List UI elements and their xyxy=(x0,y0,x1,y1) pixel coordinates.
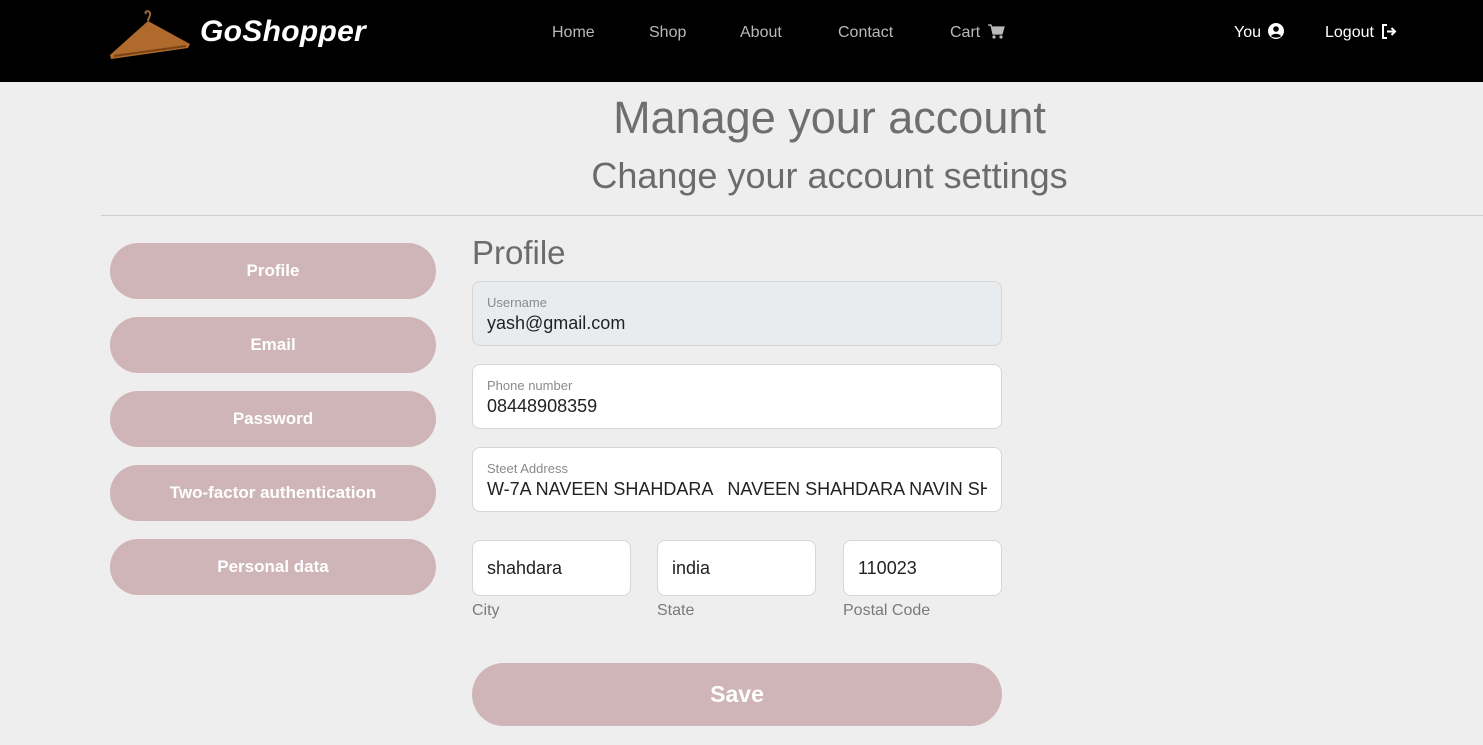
nav-about[interactable]: About xyxy=(740,23,782,43)
navbar: GoShopper Home Shop About Contact Cart Y… xyxy=(0,0,1483,82)
phone-label: Phone number xyxy=(487,378,573,393)
phone-field[interactable]: Phone number 08448908359 xyxy=(472,364,1002,429)
nav-you-label: You xyxy=(1234,24,1261,41)
sidebar-item-email[interactable]: Email xyxy=(110,317,436,373)
nav-contact[interactable]: Contact xyxy=(838,23,893,43)
section-title: Profile xyxy=(472,234,566,271)
city-value: shahdara xyxy=(487,558,563,578)
nav-cart[interactable]: Cart xyxy=(950,23,1005,43)
page-title: Manage your account xyxy=(613,92,1046,143)
username-value: yash@gmail.com xyxy=(487,313,626,333)
street-address-value: W-7A NAVEEN SHAHDARA NAVEEN SHAHDARA NAV… xyxy=(487,479,987,499)
user-circle-icon xyxy=(1268,23,1285,39)
postal-code-field[interactable]: 110023 xyxy=(843,540,1002,596)
city-field[interactable]: shahdara xyxy=(472,540,631,596)
state-field[interactable]: india xyxy=(657,540,816,596)
hanger-icon xyxy=(108,9,192,67)
city-label: City xyxy=(472,602,500,619)
nav-logout-label: Logout xyxy=(1325,24,1374,41)
brand-name: GoShopper xyxy=(200,15,367,48)
street-address-field[interactable]: Steet Address W-7A NAVEEN SHAHDARA NAVEE… xyxy=(472,447,1002,512)
nav-you[interactable]: You xyxy=(1234,23,1285,43)
save-button[interactable]: Save xyxy=(472,663,1002,726)
nav-shop[interactable]: Shop xyxy=(649,23,686,43)
logout-icon xyxy=(1382,24,1397,39)
sidebar-item-personal-data[interactable]: Personal data xyxy=(110,539,436,595)
sidebar-item-profile[interactable]: Profile xyxy=(110,243,436,299)
nav-home[interactable]: Home xyxy=(552,23,595,43)
state-value: india xyxy=(672,558,711,578)
brand-logo[interactable]: GoShopper xyxy=(108,9,366,67)
sidebar-item-two-factor[interactable]: Two-factor authentication xyxy=(110,465,436,521)
username-label: Username xyxy=(487,295,547,310)
page-subtitle: Change your account settings xyxy=(591,155,1068,196)
phone-value: 08448908359 xyxy=(487,396,598,416)
nav-logout[interactable]: Logout xyxy=(1325,23,1397,43)
state-label: State xyxy=(657,602,695,619)
divider xyxy=(101,215,1483,216)
sidebar-item-password[interactable]: Password xyxy=(110,391,436,447)
postal-code-value: 110023 xyxy=(858,558,917,578)
username-field[interactable]: Username yash@gmail.com xyxy=(472,281,1002,346)
nav-cart-label: Cart xyxy=(950,24,981,41)
postal-code-label: Postal Code xyxy=(843,602,931,619)
street-address-label: Steet Address xyxy=(487,461,568,476)
cart-icon xyxy=(987,24,1005,39)
